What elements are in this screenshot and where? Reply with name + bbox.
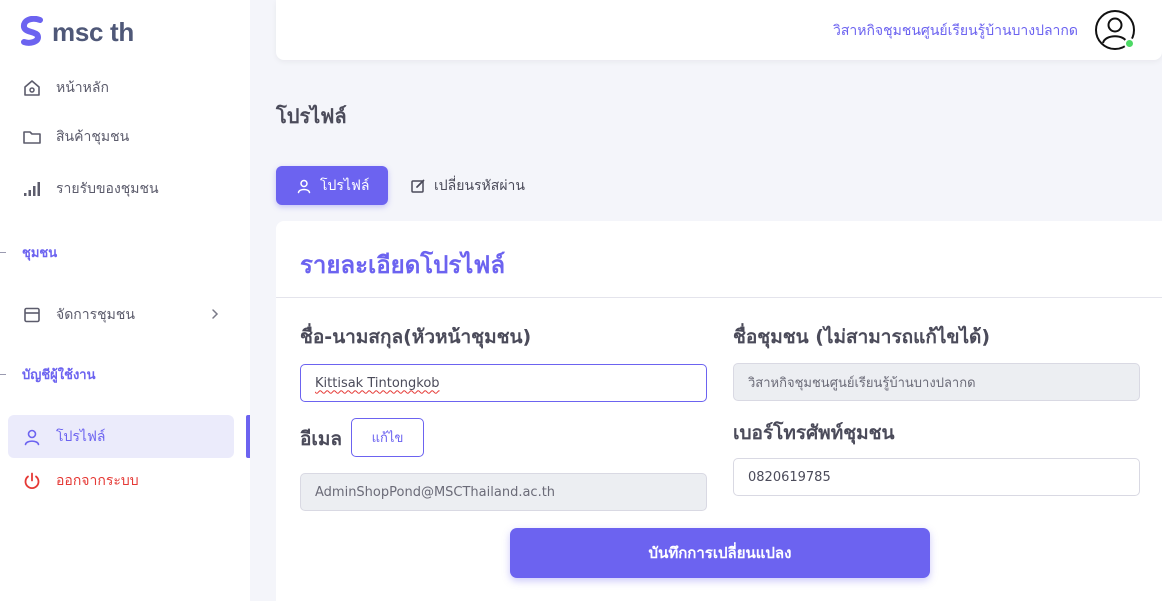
email-field: AdminShopPond@MSCThailand.ac.th <box>300 473 707 511</box>
folder-icon <box>23 131 41 144</box>
brand-name: msc th <box>52 16 135 47</box>
top-bar: วิสาหกิจชุมชนศูนย์เรียนรู้บ้านบางปลากด <box>276 0 1162 60</box>
online-status-dot <box>1124 38 1135 49</box>
phone-value: 0820619785 <box>748 469 831 485</box>
sidebar-item-label: จัดการชุมชน <box>56 307 135 323</box>
sidebar-item-manage-community[interactable]: จัดการชุมชน <box>8 294 234 336</box>
user-icon <box>297 179 311 193</box>
card-title: รายละเอียดโปรไฟล์ <box>300 251 506 279</box>
sidebar-item-products[interactable]: สินค้าชุมชน <box>8 116 234 158</box>
email-label: อีเมล <box>300 428 343 450</box>
community-value: วิสาหกิจชุมชนศูนย์เรียนรู้บ้านบางปลากด <box>748 375 976 391</box>
section-label: บัญชีผู้ใช้งาน <box>22 368 96 383</box>
tab-label: เปลี่ยนรหัสผ่าน <box>434 177 525 194</box>
community-label: ชื่อชุมชน (ไม่สามารถแก้ไขได้) <box>733 326 991 348</box>
sidebar: msc th หน้าหลัก สินค้าชุมชน รายรับของชุม… <box>0 0 250 601</box>
tab-label: โปรไฟล์ <box>320 177 370 194</box>
page-title: โปรไฟล์ <box>276 104 347 128</box>
name-value: Kittisak Tintongkob <box>315 375 440 391</box>
section-label: ชุมชน <box>22 246 58 261</box>
chevron-right-icon <box>212 309 219 319</box>
email-value: AdminShopPond@MSCThailand.ac.th <box>315 484 556 500</box>
user-icon <box>24 429 40 445</box>
sidebar-item-home[interactable]: หน้าหลัก <box>8 67 234 109</box>
section-header-account: บัญชีผู้ใช้งาน <box>0 364 95 385</box>
phone-field[interactable]: 0820619785 <box>733 458 1140 496</box>
sidebar-item-label: โปรไฟล์ <box>56 428 106 445</box>
sidebar-item-label: สินค้าชุมชน <box>56 129 130 145</box>
tab-change-password[interactable]: เปลี่ยนรหัสผ่าน <box>404 166 544 205</box>
section-header-community: ชุมชน <box>0 242 57 263</box>
sidebar-item-label: รายรับของชุมชน <box>56 181 159 197</box>
divider <box>276 297 1162 298</box>
home-icon <box>24 80 40 96</box>
active-indicator <box>246 415 250 458</box>
brand[interactable]: msc th <box>20 16 134 48</box>
power-icon <box>24 472 40 490</box>
community-name: วิสาหกิจชุมชนศูนย์เรียนรู้บ้านบางปลากด <box>832 23 1078 39</box>
edit-icon <box>411 179 425 193</box>
bar-chart-icon <box>24 182 40 196</box>
edit-email-button[interactable]: แก้ไข <box>351 418 424 457</box>
save-changes-button[interactable]: บันทึกการเปลี่ยนแปลง <box>510 528 930 578</box>
sidebar-item-income[interactable]: รายรับของชุมชน <box>8 168 234 210</box>
sidebar-item-profile[interactable]: โปรไฟล์ <box>8 415 234 458</box>
name-field[interactable]: Kittisak Tintongkob <box>300 364 707 402</box>
calendar-icon <box>24 307 40 323</box>
brand-logo-icon <box>20 16 43 46</box>
sidebar-item-label: หน้าหลัก <box>56 80 109 96</box>
sidebar-item-label: ออกจากระบบ <box>56 473 139 489</box>
phone-label: เบอร์โทรศัพท์ชุมชน <box>733 422 895 444</box>
community-field: วิสาหกิจชุมชนศูนย์เรียนรู้บ้านบางปลากด <box>733 363 1140 401</box>
profile-card: รายละเอียดโปรไฟล์ ชื่อ-นามสกุล(หัวหน้าชุ… <box>276 221 1162 601</box>
name-label: ชื่อ-นามสกุล(หัวหน้าชุมชน) <box>300 326 532 348</box>
sidebar-item-logout[interactable]: ออกจากระบบ <box>8 460 234 502</box>
tab-profile[interactable]: โปรไฟล์ <box>276 166 388 205</box>
